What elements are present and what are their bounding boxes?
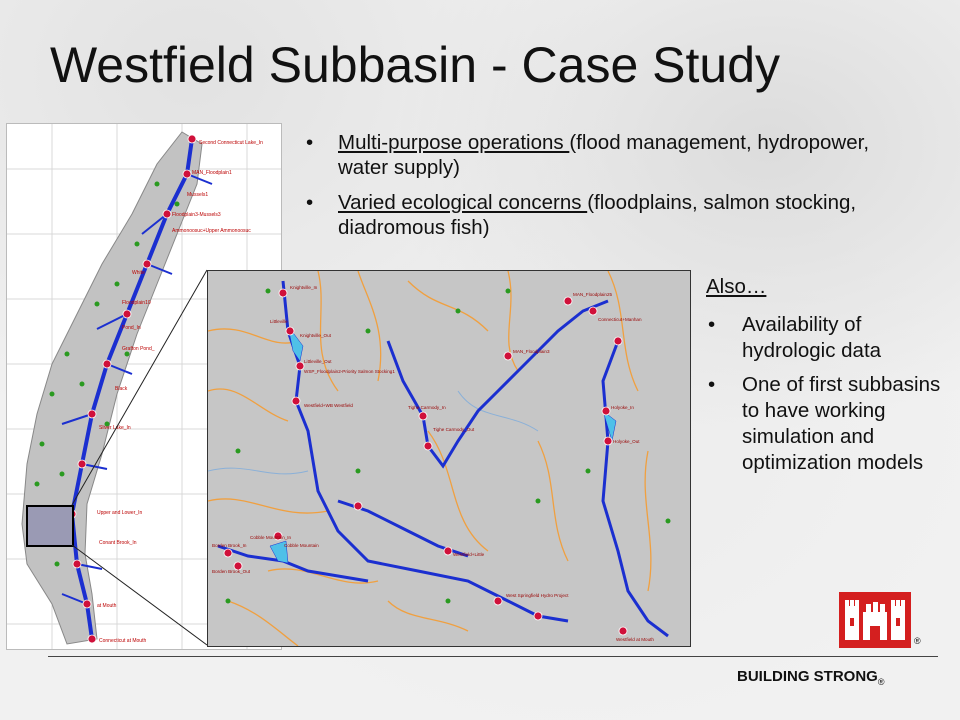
model-nodes — [223, 288, 628, 636]
map-label: Sliver Lake_In — [99, 425, 131, 431]
map-label: Cobble Mountain — [284, 543, 319, 548]
map-label: Littleville_Out — [304, 359, 332, 364]
map-label: Floodplain10 — [122, 300, 151, 306]
footer-text: BUILDING STRONG — [737, 668, 878, 685]
detail-map-svg: Knightville_In Littleville Knightville_O… — [207, 270, 671, 647]
slide-title: Westfield Subbasin - Case Study — [50, 37, 781, 93]
map-label: Borden Brook_In — [212, 543, 247, 548]
footer-divider — [48, 656, 938, 657]
also-list: Availability of hydrologic data One of f… — [706, 312, 946, 476]
map-label: Westfield at Mouth — [616, 637, 654, 642]
also-heading: Also… — [706, 275, 767, 298]
map-label: White — [132, 270, 145, 276]
map-label: Holyoke_In — [611, 405, 634, 410]
map-label: MAN_Floodplain1 — [192, 170, 232, 176]
also-panel: Also… Availability of hydrologic data On… — [706, 274, 946, 484]
bullet-underlined-text: Multi-purpose operations — [338, 131, 570, 154]
map-label: West Springfield Hydro Project — [506, 593, 569, 598]
map-label: Knightville_Out — [300, 333, 332, 338]
map-label: MAN_Floodplain3 — [513, 349, 550, 354]
footer-tagline: BUILDING STRONG® — [737, 668, 884, 687]
tributary-lines — [207, 270, 652, 647]
map-label: Borden Brook_Out — [212, 569, 251, 574]
map-label: Black — [115, 386, 128, 392]
map-label: Cobble Mountain_In — [250, 535, 292, 540]
map-label: Pond_In — [122, 325, 141, 331]
map-label: Ammonoosuc+Upper Ammonoosuc — [172, 228, 251, 234]
bullet-underlined-text: Varied ecological concerns — [338, 191, 588, 214]
map-label: Knightville_In — [290, 285, 318, 290]
bullet-item: Multi-purpose operations (flood manageme… — [300, 130, 920, 180]
basin-shape — [21, 131, 203, 645]
westfield-detail-map: Knightville_In Littleville Knightville_O… — [207, 270, 691, 647]
footer-registered-mark: ® — [877, 677, 885, 687]
map-label: at Mouth — [97, 603, 117, 609]
inset-locator-box — [26, 505, 74, 547]
main-bullet-list: Multi-purpose operations (flood manageme… — [300, 130, 920, 250]
map-label: Connecticut+Manhan — [598, 317, 642, 322]
also-item: One of first subbasins to have working s… — [706, 372, 946, 476]
logo-registered-mark: ® — [914, 636, 921, 646]
bullet-item: Varied ecological concerns (floodplains,… — [300, 190, 920, 240]
map-label: Westfield+WB Westfield — [304, 403, 353, 408]
map-label: Westfield+Little — [453, 552, 485, 557]
map-label: Conant Brook_In — [99, 540, 137, 546]
usace-castle-logo — [839, 592, 911, 648]
map-label: Holyoke_Out — [613, 439, 640, 444]
map-label: Upper and Lower_In — [97, 510, 143, 516]
map-label: WSP_Floodplain2-Priority Salmon Stocking… — [304, 369, 395, 374]
map-label: Second Connecticut Lake_In — [199, 140, 263, 146]
map-label: Grafton Pond_ — [122, 346, 155, 352]
map-label: Connecticut at Mouth — [99, 638, 146, 644]
map-label: Littleville — [270, 319, 288, 324]
map-label: Floodplain3-Mussels3 — [172, 212, 221, 218]
map-label: Mussels1 — [187, 192, 208, 198]
map-label: Tighe Carmody_Out — [433, 427, 475, 432]
also-item: Availability of hydrologic data — [706, 312, 946, 364]
map-label: Tighe Carmody_In — [408, 405, 446, 410]
map-label: MAN_Floodplain25 — [573, 292, 613, 297]
